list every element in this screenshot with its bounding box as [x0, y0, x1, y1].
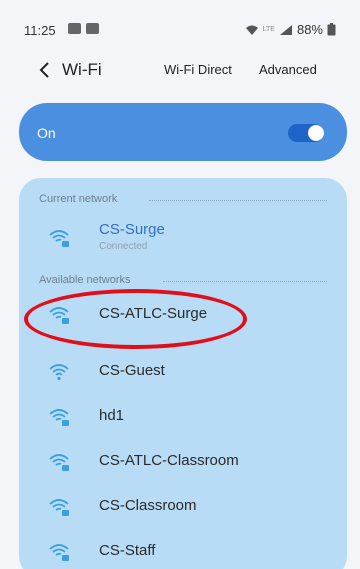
- network-status: Connected: [99, 241, 148, 252]
- wifi-lock-icon: [49, 499, 69, 516]
- network-name: CS-Guest: [99, 362, 165, 379]
- status-bar: 11:25 LTE 88%: [0, 0, 360, 38]
- notification-icons: [68, 23, 99, 34]
- image-icon: [86, 23, 99, 34]
- wifi-lock-icon: [49, 409, 69, 426]
- section-divider: [163, 281, 327, 282]
- current-network-row[interactable]: CS-Surge Connected: [39, 220, 339, 260]
- wifi-direct-button[interactable]: Wi-Fi Direct: [164, 62, 232, 77]
- battery-percent: 88%: [296, 22, 323, 37]
- wifi-state-label: On: [37, 125, 56, 141]
- wifi-lock-icon: [49, 454, 69, 471]
- page-title: Wi-Fi: [62, 60, 102, 79]
- wifi-lock-icon: [49, 544, 69, 561]
- advanced-button[interactable]: Advanced: [259, 62, 317, 77]
- battery-icon: [327, 23, 336, 36]
- wifi-icon: [49, 364, 69, 381]
- wifi-toggle-switch[interactable]: [288, 124, 324, 142]
- network-type-label: LTE: [262, 26, 275, 33]
- highlight-ellipse: [24, 289, 247, 349]
- section-divider: [149, 200, 327, 201]
- status-time: 11:25: [24, 23, 56, 38]
- network-row[interactable]: CS-Guest: [39, 354, 339, 394]
- network-name: CS-Classroom: [99, 497, 197, 514]
- network-row[interactable]: CS-Staff: [39, 534, 339, 569]
- back-arrow-icon[interactable]: [34, 59, 56, 81]
- wifi-toggle-card[interactable]: On: [19, 103, 347, 161]
- network-row[interactable]: CS-ATLC-Classroom: [39, 444, 339, 484]
- phone-screen: 11:25 LTE 88% Wi-Fi Wi-Fi Direct Advance…: [0, 0, 360, 569]
- wifi-lock-icon: [49, 230, 69, 247]
- current-network-heading: Current network: [39, 193, 327, 205]
- app-header: Wi-Fi Wi-Fi Direct Advanced: [0, 52, 360, 86]
- wifi-status-icon: [245, 25, 258, 35]
- network-name: hd1: [99, 407, 125, 424]
- toggle-knob: [308, 125, 324, 141]
- network-name: CS-Staff: [99, 542, 156, 559]
- network-row[interactable]: hd1: [39, 399, 339, 439]
- network-name: CS-Surge: [99, 221, 165, 238]
- status-right: LTE 88%: [245, 22, 336, 37]
- signal-icon: [279, 24, 292, 35]
- notification-icon: [68, 23, 81, 34]
- available-networks-heading: Available networks: [39, 274, 327, 286]
- network-name: CS-ATLC-Classroom: [99, 452, 239, 469]
- network-row[interactable]: CS-Classroom: [39, 489, 339, 529]
